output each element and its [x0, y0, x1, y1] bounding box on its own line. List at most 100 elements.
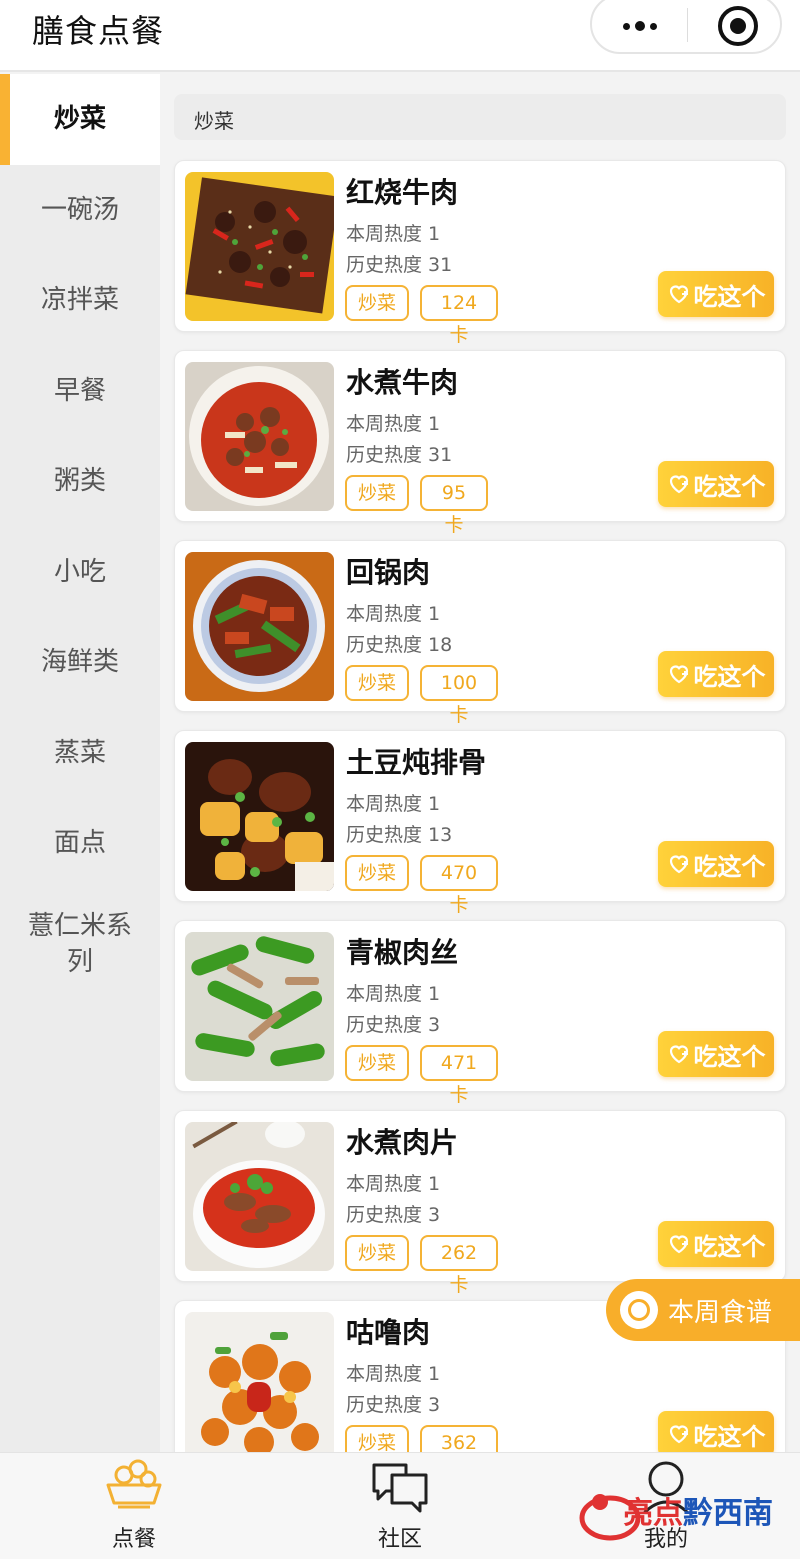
food-basket-icon	[106, 1459, 162, 1509]
sidebar-item-seafood[interactable]: 海鲜类	[0, 617, 160, 708]
category-sidebar: 炒菜 一碗汤 凉拌菜 早餐 粥类 小吃 海鲜类 蒸菜 面点 薏仁米系列	[0, 74, 160, 1452]
chat-bubbles-icon	[372, 1463, 428, 1513]
dish-name: 青椒肉丝	[346, 936, 459, 969]
sidebar-item-label: 海鲜类	[40, 647, 119, 678]
category-tag: 炒菜	[345, 665, 409, 701]
history-heat: 历史热度 3	[346, 1204, 441, 1226]
dish-photo	[185, 742, 334, 891]
sidebar-item-label: 粥类	[53, 466, 106, 497]
eat-this-button[interactable]: 吃这个	[658, 271, 774, 317]
dish-photo	[185, 932, 334, 1081]
weekly-heat: 本周热度 1	[346, 1363, 441, 1385]
sidebar-item-breakfast[interactable]: 早餐	[0, 346, 160, 437]
heart-plus-icon	[669, 1235, 688, 1254]
eat-this-button[interactable]: 吃这个	[658, 651, 774, 697]
sidebar-item-label: 小吃	[53, 556, 106, 587]
eat-this-label: 吃这个	[693, 1422, 766, 1451]
sidebar-item-label: 早餐	[53, 375, 106, 406]
weekly-heat: 本周热度 1	[346, 983, 441, 1005]
calorie-tag: 470卡	[420, 855, 498, 916]
heart-plus-icon	[669, 285, 688, 304]
tab-community[interactable]: 社区	[340, 1453, 460, 1559]
sidebar-item-coix-series[interactable]: 薏仁米系列	[0, 889, 160, 999]
sidebar-item-cold-dish[interactable]: 凉拌菜	[0, 255, 160, 346]
eat-this-button[interactable]: 吃这个	[658, 841, 774, 887]
dish-photo	[185, 1312, 334, 1461]
capsule-divider	[687, 8, 688, 42]
sidebar-item-pastry[interactable]: 面点	[0, 798, 160, 889]
eat-this-label: 吃这个	[693, 662, 766, 691]
category-tag: 炒菜	[345, 285, 409, 321]
sidebar-item-soup[interactable]: 一碗汤	[0, 165, 160, 256]
history-heat: 历史热度 18	[346, 634, 453, 656]
weekly-menu-button[interactable]: 本周食谱	[606, 1279, 800, 1341]
close-miniprogram-icon[interactable]	[718, 6, 758, 46]
eat-this-button[interactable]: 吃这个	[658, 461, 774, 507]
dish-photo	[185, 172, 334, 321]
heart-plus-icon	[669, 475, 688, 494]
history-heat: 历史热度 31	[346, 444, 453, 466]
eat-this-button[interactable]: 吃这个	[658, 1411, 774, 1457]
dish-photo	[185, 1122, 334, 1271]
weekly-heat: 本周热度 1	[346, 1173, 441, 1195]
category-tag: 炒菜	[345, 1045, 409, 1081]
sidebar-item-label: 炒菜	[53, 104, 106, 135]
watermark-part2: 黔西南	[683, 1496, 773, 1531]
eat-this-label: 吃这个	[693, 1232, 766, 1261]
sidebar-item-snacks[interactable]: 小吃	[0, 527, 160, 618]
category-search-bar[interactable]: 炒菜	[174, 94, 786, 140]
dish-card[interactable]: 水煮牛肉 本周热度 1 历史热度 31 炒菜 95卡 吃这个	[174, 350, 786, 536]
calorie-tag: 471卡	[420, 1045, 498, 1106]
weekly-heat: 本周热度 1	[346, 413, 441, 435]
watermark-text: 亮点黔西南	[623, 1488, 773, 1532]
heart-plus-icon	[669, 665, 688, 684]
dish-photo	[185, 552, 334, 701]
calorie-tag: 95卡	[420, 475, 488, 536]
calorie-tag: 124卡	[420, 285, 498, 346]
sidebar-item-label: 面点	[53, 828, 106, 859]
heart-plus-icon	[669, 1045, 688, 1064]
dish-name: 红烧牛肉	[346, 176, 459, 209]
dish-name: 水煮肉片	[346, 1126, 459, 1159]
dish-name: 水煮牛肉	[346, 366, 459, 399]
eat-this-button[interactable]: 吃这个	[658, 1031, 774, 1077]
more-menu-icon[interactable]	[618, 6, 662, 46]
sidebar-item-porridge[interactable]: 粥类	[0, 436, 160, 527]
heart-plus-icon	[669, 1425, 688, 1444]
history-heat: 历史热度 31	[346, 254, 453, 276]
sidebar-item-label: 一碗汤	[40, 194, 119, 225]
eat-this-button[interactable]: 吃这个	[658, 1221, 774, 1267]
sidebar-item-label: 蒸菜	[53, 737, 106, 768]
search-value: 炒菜	[194, 109, 234, 133]
sidebar-item-label: 薏仁米系列	[27, 910, 132, 977]
tab-order-label: 点餐	[111, 1527, 156, 1552]
category-tag: 炒菜	[345, 1235, 409, 1271]
page-title: 膳食点餐	[32, 12, 165, 50]
tab-order[interactable]: 点餐	[74, 1453, 194, 1559]
dish-card[interactable]: 回锅肉 本周热度 1 历史热度 18 炒菜 100卡 吃这个	[174, 540, 786, 726]
plate-icon	[620, 1291, 658, 1329]
history-heat: 历史热度 3	[346, 1394, 441, 1416]
weekly-heat: 本周热度 1	[346, 603, 441, 625]
calorie-tag: 100卡	[420, 665, 498, 726]
app-header: 膳食点餐	[0, 0, 800, 72]
dish-card[interactable]: 红烧牛肉 本周热度 1 历史热度 31 炒菜 124卡 吃这个	[174, 160, 786, 346]
dish-name: 咕噜肉	[346, 1316, 431, 1349]
dish-card[interactable]: 青椒肉丝 本周热度 1 历史热度 3 炒菜 471卡 吃这个	[174, 920, 786, 1106]
eat-this-label: 吃这个	[693, 1042, 766, 1071]
sidebar-item-label: 凉拌菜	[40, 285, 119, 316]
dish-card[interactable]: 水煮肉片 本周热度 1 历史热度 3 炒菜 262卡 吃这个	[174, 1110, 786, 1296]
calorie-tag: 262卡	[420, 1235, 498, 1296]
watermark-part1: 亮点	[623, 1496, 683, 1531]
mini-program-capsule	[590, 0, 782, 54]
tab-community-label: 社区	[377, 1527, 422, 1552]
dish-card[interactable]: 土豆炖排骨 本周热度 1 历史热度 13 炒菜 470卡 吃这个	[174, 730, 786, 916]
weekly-heat: 本周热度 1	[346, 793, 441, 815]
eat-this-label: 吃这个	[693, 282, 766, 311]
sidebar-item-stir-fry[interactable]: 炒菜	[0, 74, 160, 165]
sidebar-item-steamed[interactable]: 蒸菜	[0, 708, 160, 799]
history-heat: 历史热度 3	[346, 1014, 441, 1036]
category-tag: 炒菜	[345, 855, 409, 891]
dish-name: 回锅肉	[346, 556, 431, 589]
eat-this-label: 吃这个	[693, 852, 766, 881]
